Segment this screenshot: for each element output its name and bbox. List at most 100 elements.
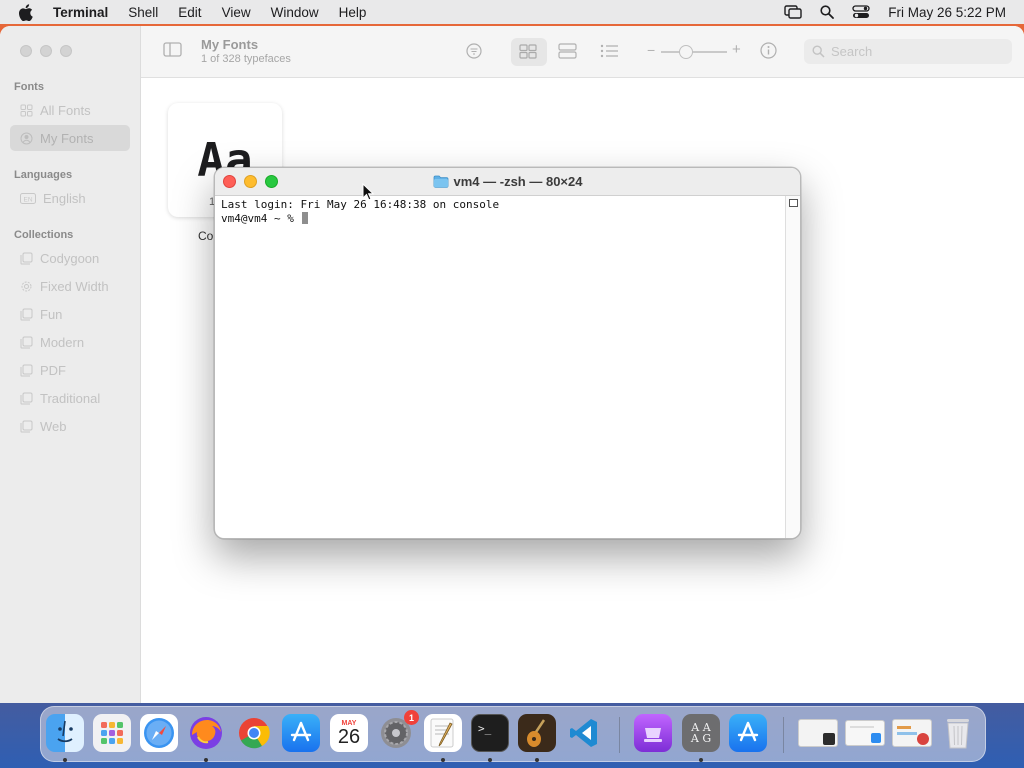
dock-running-indicator	[204, 758, 208, 762]
terminal-title-bar[interactable]: vm4 — -zsh — 80×24	[215, 168, 800, 196]
dock-trash-icon[interactable]	[939, 714, 977, 752]
sidebar-item-label: English	[43, 190, 86, 206]
close-button[interactable]	[20, 45, 32, 57]
filter-icon[interactable]	[466, 43, 482, 62]
sidebar-item-collection[interactable]: Fun	[10, 301, 130, 327]
zoom-out-icon[interactable]: −	[647, 42, 655, 58]
terminal-title: vm4 — -zsh — 80×24	[215, 174, 800, 189]
dock-running-indicator	[63, 758, 67, 762]
terminal-window[interactable]: vm4 — -zsh — 80×24 Last login: Fri May 2…	[214, 167, 801, 539]
dock-separator	[619, 717, 620, 753]
sidebar-item-label: Fun	[40, 306, 63, 322]
zoom-button[interactable]	[60, 45, 72, 57]
dock-chrome-icon[interactable]	[235, 714, 273, 752]
terminal-scrollbar[interactable]	[785, 196, 800, 538]
dock-firefox-icon[interactable]	[187, 714, 225, 752]
list-view-icon[interactable]	[600, 44, 619, 61]
dock-app-store-icon[interactable]	[282, 714, 320, 752]
sidebar-item-collection[interactable]: Fixed Width	[10, 273, 130, 299]
dock-finder-icon[interactable]	[46, 714, 84, 752]
collection-icon	[20, 308, 33, 320]
minimize-button[interactable]	[40, 45, 52, 57]
collection-icon	[20, 420, 33, 432]
notification-badge: 1	[404, 710, 419, 725]
dock-running-indicator	[488, 758, 492, 762]
sidebar-item-label: Traditional	[40, 390, 101, 406]
menu-edit[interactable]: Edit	[178, 5, 201, 20]
dock: MAY 26 1 >_ A AA G	[40, 706, 986, 762]
control-center-icon[interactable]	[852, 5, 870, 19]
split-pane-icon[interactable]	[789, 199, 798, 207]
screen-mirroring-icon[interactable]	[784, 5, 802, 19]
sidebar-item-collection[interactable]: Web	[10, 413, 130, 439]
search-input[interactable]	[831, 44, 1001, 59]
size-slider-knob[interactable]	[679, 45, 693, 59]
menu-help[interactable]: Help	[339, 5, 367, 20]
dock-calendar-icon[interactable]: MAY 26	[330, 714, 368, 752]
sidebar-item-label: My Fonts	[40, 130, 94, 146]
info-icon[interactable]	[760, 42, 777, 62]
dock-terminal-icon[interactable]: >_	[471, 714, 509, 752]
sidebar-item-collection[interactable]: Traditional	[10, 385, 130, 411]
dock-launchpad-icon[interactable]	[93, 714, 131, 752]
menu-view[interactable]: View	[222, 5, 251, 20]
menu-clock[interactable]: Fri May 26 5:22 PM	[888, 5, 1006, 20]
terminal-line: Last login: Fri May 26 16:48:38 on conso…	[221, 198, 500, 211]
dock-system-preferences-icon[interactable]: 1	[377, 710, 419, 752]
menu-app-terminal[interactable]: Terminal	[53, 5, 108, 20]
search-icon	[812, 45, 825, 58]
dock-textedit-icon[interactable]	[424, 714, 462, 752]
dock-font-book-icon[interactable]: A AA G	[682, 714, 720, 752]
section-languages: Languages	[14, 169, 73, 181]
dock-app-store-icon[interactable]	[729, 714, 767, 752]
terminal-content[interactable]: Last login: Fri May 26 16:48:38 on conso…	[215, 196, 787, 538]
sidebar-item-collection[interactable]: PDF	[10, 357, 130, 383]
sidebar-item-label: Web	[40, 418, 67, 434]
size-slider-track[interactable]	[661, 51, 727, 53]
zoom-in-icon[interactable]: +	[732, 41, 741, 58]
calendar-day: 26	[337, 725, 361, 748]
font-book-sidebar: Fonts All Fonts My Fonts Languages EN En…	[0, 26, 141, 703]
spotlight-search-icon[interactable]	[820, 5, 835, 19]
dock-screenshots-stack-icon[interactable]	[891, 714, 933, 752]
font-book-traffic-lights	[20, 45, 72, 57]
sidebar-item-all-fonts[interactable]: All Fonts	[10, 97, 130, 123]
terminal-prompt: vm4@vm4 ~ %	[221, 212, 301, 225]
terminal-prompt-glyph: >_	[478, 722, 492, 735]
sidebar-item-my-fonts[interactable]: My Fonts	[10, 125, 130, 151]
strip-view-icon[interactable]	[558, 43, 577, 62]
dock-podcast-icon[interactable]	[634, 714, 672, 752]
collection-icon	[20, 252, 33, 264]
page-title: My Fonts	[201, 37, 259, 52]
sidebar-item-label: Fixed Width	[40, 278, 109, 294]
sidebar-item-label: All Fonts	[40, 102, 91, 118]
dock-instruments-icon[interactable]	[518, 714, 556, 752]
terminal-prompt-line: vm4@vm4 ~ %	[221, 212, 781, 226]
menu-bar: Terminal Shell Edit View Window Help Fri…	[0, 0, 1024, 24]
dock-running-indicator	[699, 758, 703, 762]
menu-window[interactable]: Window	[271, 5, 319, 20]
typeface-count: 1 of 328 typefaces	[201, 53, 291, 65]
grid-view-icon[interactable]	[519, 44, 537, 62]
dock-downloads-stack-icon[interactable]	[797, 714, 839, 752]
section-collections: Collections	[14, 229, 74, 241]
sidebar-item-collection[interactable]: Codygoon	[10, 245, 130, 271]
folder-icon	[433, 175, 448, 188]
dock-separator	[783, 717, 784, 753]
font-book-toolbar: My Fonts 1 of 328 typefaces − +	[141, 26, 1024, 78]
sidebar-item-english[interactable]: EN English	[10, 185, 130, 211]
grid-icon	[20, 104, 33, 116]
apple-menu-icon[interactable]	[18, 3, 36, 21]
dock-running-indicator	[535, 758, 539, 762]
sidebar-item-label: Codygoon	[40, 250, 100, 266]
search-field[interactable]	[804, 39, 1012, 64]
menu-shell[interactable]: Shell	[128, 5, 158, 20]
dock-documents-stack-icon[interactable]	[844, 714, 886, 752]
sidebar-item-collection[interactable]: Modern	[10, 329, 130, 355]
dock-safari-icon[interactable]	[140, 714, 178, 752]
dock-vscode-icon[interactable]	[565, 714, 603, 752]
collection-icon	[20, 336, 33, 348]
sidebar-toggle-icon[interactable]	[163, 42, 182, 60]
sidebar-item-label: PDF	[40, 362, 66, 378]
text-cursor	[302, 212, 309, 224]
